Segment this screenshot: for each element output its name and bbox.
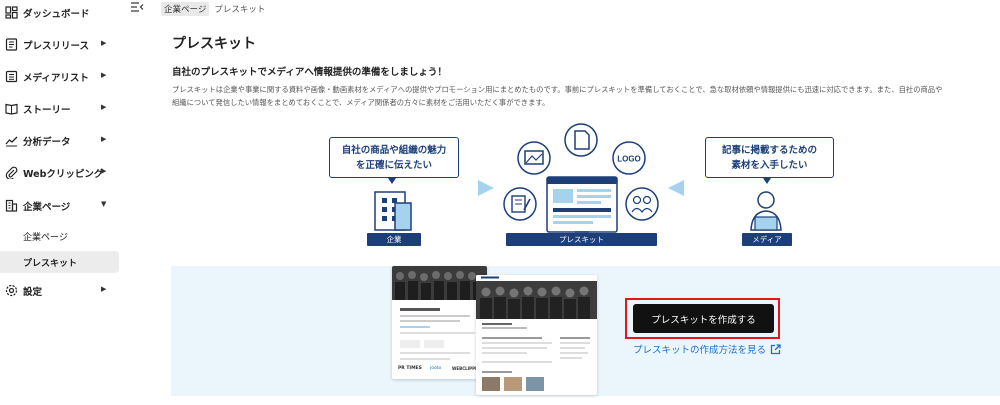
sidebar: ダッシュボード プレスリリース ▶ メディアリスト ▶ ストーリー ▶ 分析デー… — [0, 0, 126, 405]
chevron-right-icon: ▶ — [101, 39, 107, 47]
people-icon — [625, 187, 659, 221]
chevron-right-icon: ▶ — [101, 285, 107, 293]
breadcrumb: 企業ページ プレスキット — [161, 1, 266, 16]
sidebar-item-press-release[interactable]: プレスリリース ▶ — [0, 33, 126, 57]
sidebar-item-label: ストーリー — [23, 105, 71, 116]
arrow-right-icon — [478, 180, 494, 196]
sidebar-subitem-label: プレスキット — [23, 259, 78, 269]
howto-link[interactable]: プレスキットの作成方法を見る — [633, 342, 781, 356]
presskit-illustration: 自社の商品や組織の魅力 を正確に伝えたい 記事に掲載するための 素材を入手したい — [300, 120, 840, 255]
chevron-right-icon: ▶ — [101, 167, 107, 175]
list-icon — [5, 70, 18, 83]
preview-image — [476, 275, 597, 391]
sidebar-item-label: 分析データ — [23, 137, 71, 148]
sidebar-item-story[interactable]: ストーリー ▶ — [0, 97, 126, 121]
logo-text: LOGO — [617, 155, 641, 164]
external-link-icon — [770, 343, 781, 354]
sidebar-item-web-clipping[interactable]: Webクリッピング ▶ — [0, 161, 126, 185]
chart-icon — [5, 136, 18, 147]
media-person-icon — [750, 191, 782, 231]
breadcrumb-current: プレスキット — [214, 4, 266, 15]
sidebar-item-dashboard[interactable]: ダッシュボード — [0, 1, 126, 25]
sidebar-item-label: メディアリスト — [23, 73, 89, 84]
page-subtitle: 自社のプレスキットでメディアへ情報提供の準備をしましょう！ — [172, 67, 447, 78]
description-line: プレスキットは企業や事業に関する資料や画像・動画素材をメディアへの提供やプロモー… — [172, 85, 943, 94]
building-icon — [5, 199, 18, 212]
paperclip-icon — [5, 166, 18, 179]
chevron-down-icon: ▼ — [101, 200, 107, 208]
sidebar-subitem-label: 企業ページ — [23, 233, 68, 243]
sidebar-item-label: 設定 — [23, 287, 43, 298]
presskit-preview-right — [476, 275, 597, 395]
sidebar-item-label: 企業ページ — [23, 202, 71, 213]
brand-logo-text: PR TIMES — [398, 366, 422, 371]
media-label: メディア — [742, 233, 792, 246]
sidebar-subitem-company-page[interactable]: 企業ページ — [0, 225, 119, 247]
dashboard-icon — [5, 6, 18, 19]
page-title: プレスキット — [172, 36, 256, 52]
sidebar-item-company-page[interactable]: 企業ページ ▼ — [0, 194, 126, 218]
chevron-right-icon: ▶ — [101, 135, 107, 143]
preview-image — [392, 266, 487, 360]
book-icon — [5, 103, 18, 115]
sidebar-item-label: ダッシュボード — [23, 9, 90, 20]
brand-logo-text: jooto — [430, 366, 442, 371]
sidebar-collapse-icon[interactable] — [130, 1, 144, 13]
arrow-left-icon — [668, 180, 684, 196]
sidebar-subitem-presskit[interactable]: プレスキット — [0, 251, 119, 273]
file-icon — [564, 123, 598, 157]
sidebar-item-settings[interactable]: 設定 ▶ — [0, 279, 126, 303]
sidebar-item-analytics[interactable]: 分析データ ▶ — [0, 129, 126, 153]
presskit-screen-icon — [546, 176, 618, 233]
gear-icon — [5, 284, 18, 297]
description-line: 組織について発信したい情報をまとめておくことで、メディア関係者の方々に素材をご活… — [172, 98, 550, 107]
presskit-label: プレスキット — [506, 233, 657, 246]
chevron-right-icon: ▶ — [101, 71, 107, 79]
sidebar-item-media-list[interactable]: メディアリスト ▶ — [0, 65, 126, 89]
app-root: ダッシュボード プレスリリース ▶ メディアリスト ▶ ストーリー ▶ 分析デー… — [0, 0, 1000, 405]
company-label: 企業 — [367, 233, 421, 246]
chevron-right-icon: ▶ — [101, 103, 107, 111]
page-description: プレスキットは企業や事業に関する資料や画像・動画素材をメディアへの提供やプロモー… — [172, 83, 992, 109]
building-icon — [374, 191, 412, 231]
breadcrumb-parent-link[interactable]: 企業ページ — [161, 1, 210, 16]
sidebar-item-label: プレスリリース — [23, 41, 90, 52]
document-icon — [5, 38, 18, 51]
howto-link-text[interactable]: プレスキットの作成方法を見る — [633, 342, 766, 356]
presskit-preview-left: PR TIMES jooto WEBCLIPPING — [392, 266, 487, 379]
sidebar-item-label: Webクリッピング — [23, 169, 104, 180]
create-presskit-button[interactable]: プレスキットを作成する — [633, 304, 774, 333]
